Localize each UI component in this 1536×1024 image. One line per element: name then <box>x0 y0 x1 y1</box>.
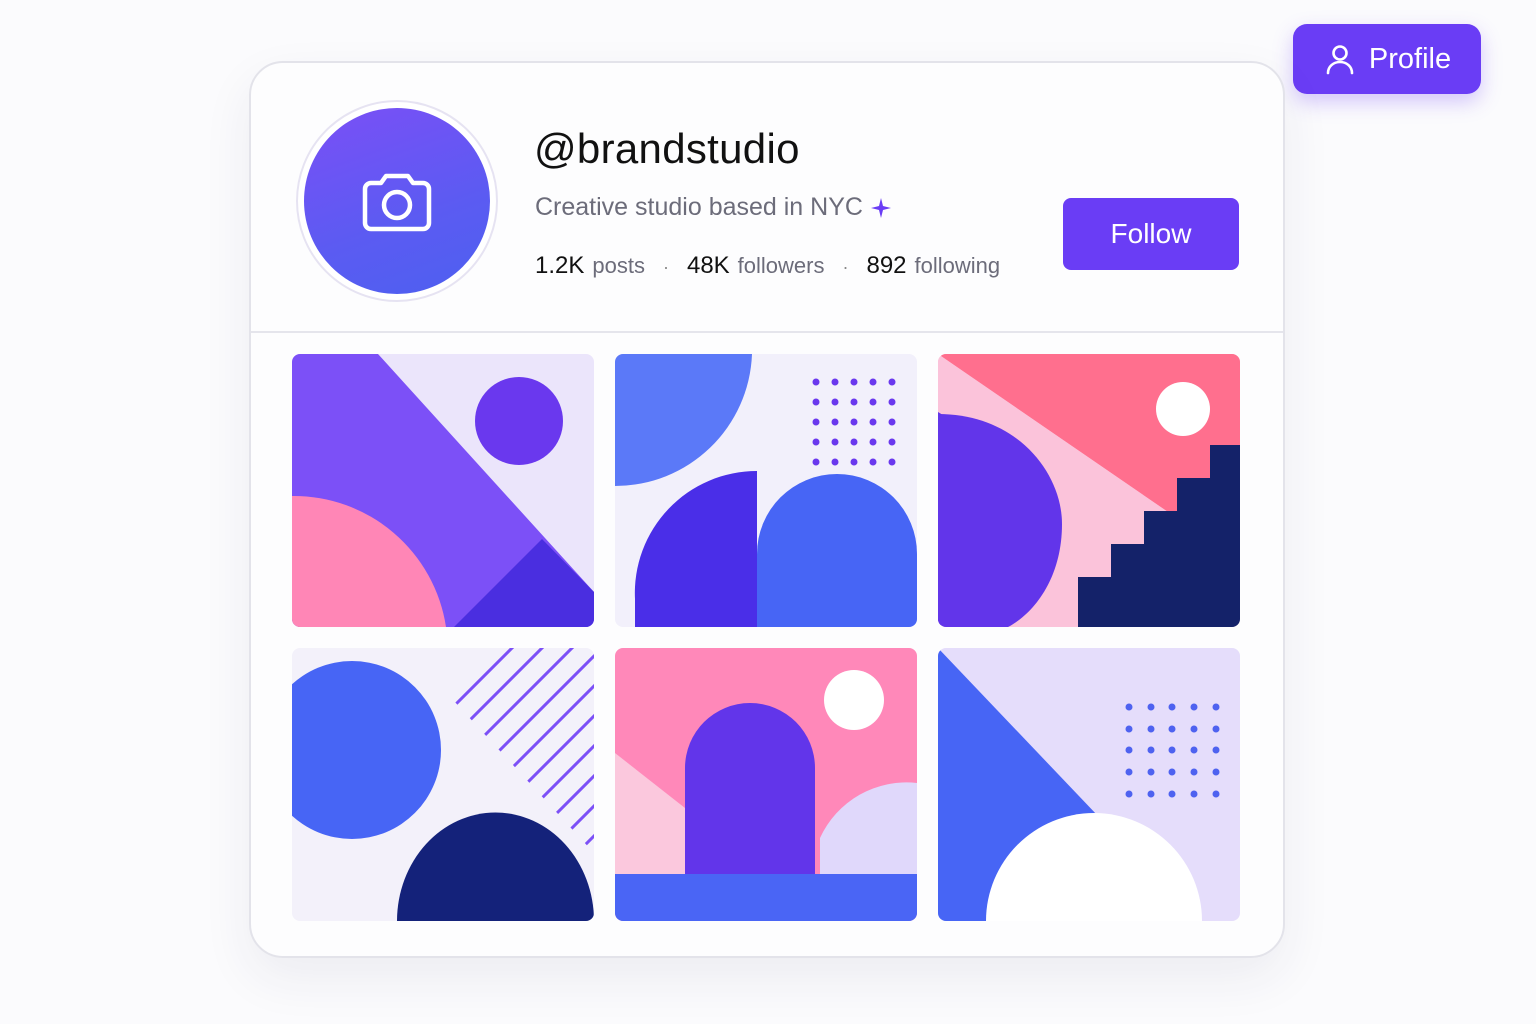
posts-label: posts <box>592 253 645 278</box>
profile-stats: 1.2K posts · 48K followers · 892 followi… <box>535 252 1000 280</box>
profile-button[interactable]: Profile <box>1293 24 1481 94</box>
followers-count: 48K <box>686 252 730 279</box>
post-1[interactable] <box>292 354 594 627</box>
post-3[interactable] <box>938 354 1240 627</box>
avatar[interactable] <box>296 100 498 302</box>
post-4[interactable] <box>292 648 594 921</box>
stats-separator: · <box>662 257 669 277</box>
followers-label: followers <box>737 253 825 278</box>
following-count: 892 <box>866 252 907 279</box>
sparkle-icon <box>870 197 891 218</box>
post-2[interactable] <box>615 354 917 627</box>
post-5[interactable] <box>615 648 917 921</box>
follow-button[interactable]: Follow <box>1063 198 1239 270</box>
user-icon <box>1326 45 1354 75</box>
profile-card: @brandstudio Creative studio based in NY… <box>249 61 1285 958</box>
camera-icon <box>362 173 432 232</box>
stats-separator: · <box>842 257 849 277</box>
posts-count: 1.2K <box>535 252 585 279</box>
profile-bio: Creative studio based in NYC <box>535 193 891 222</box>
following-label: following <box>914 253 1001 278</box>
profile-button-label: Profile <box>1368 42 1452 75</box>
post-6[interactable] <box>938 648 1240 921</box>
bio-text: Creative studio based in NYC <box>535 193 863 221</box>
profile-handle: @brandstudio <box>534 125 800 172</box>
header-divider <box>251 331 1283 333</box>
